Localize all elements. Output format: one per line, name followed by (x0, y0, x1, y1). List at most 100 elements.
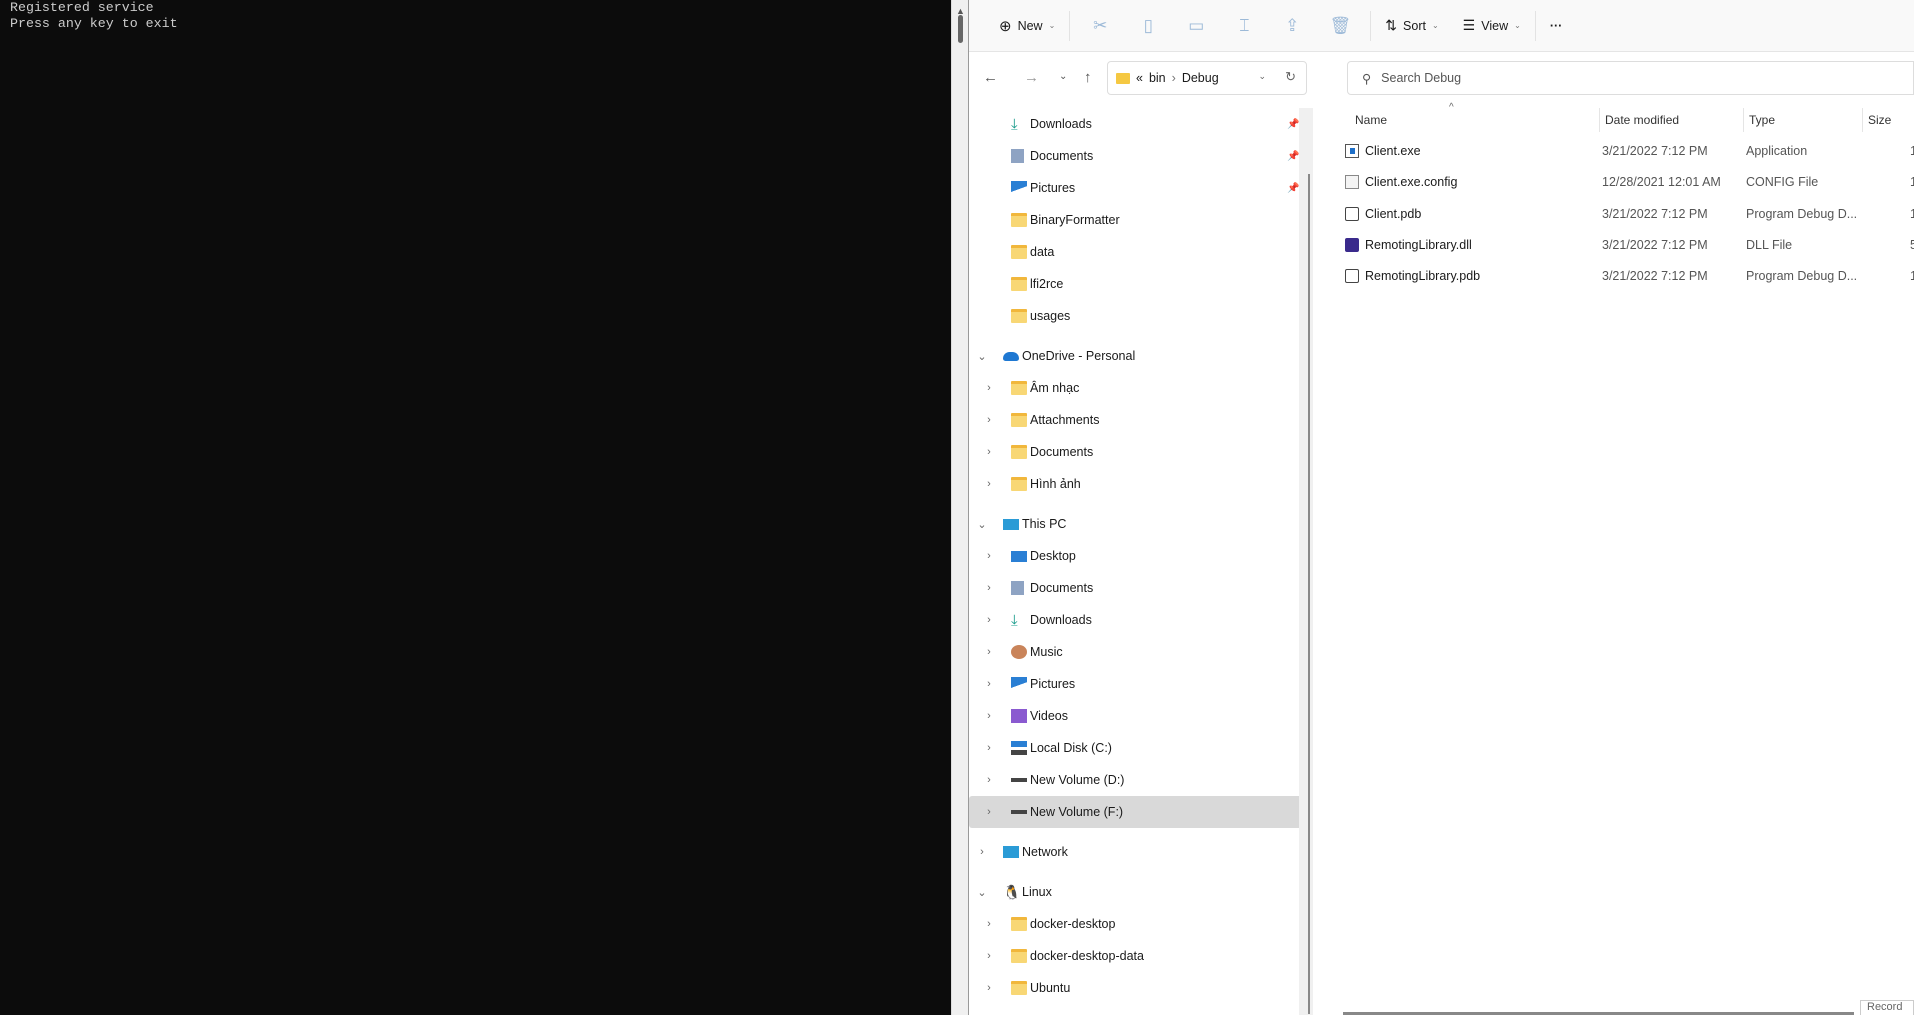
chevron-right-icon[interactable]: › (983, 678, 995, 690)
share-button[interactable]: ⇪ (1268, 8, 1316, 44)
console-window[interactable]: Registered service Press any key to exit (0, 0, 951, 1015)
breadcrumb-item[interactable]: Debug (1182, 71, 1219, 85)
sidebar-item-documents[interactable]: Documents 📌 (969, 140, 1313, 172)
chevron-right-icon[interactable]: › (983, 774, 995, 786)
chevron-down-icon[interactable]: ⌄ (976, 886, 988, 899)
pin-icon[interactable]: 📌 (1287, 183, 1299, 194)
sidebar-item-pc-pictures[interactable]: › Pictures (969, 668, 1313, 700)
view-label: View (1481, 18, 1509, 33)
chevron-right-icon[interactable]: › (983, 414, 995, 426)
chevron-right-icon[interactable]: › (983, 614, 995, 626)
column-header-type[interactable]: Type (1743, 108, 1775, 132)
column-header-size[interactable]: Size (1862, 108, 1891, 132)
trash-icon: 🗑 (1329, 15, 1352, 35)
chevron-right-icon[interactable]: › (983, 806, 995, 818)
forward-arrow-icon[interactable]: → (1024, 69, 1039, 86)
folder-icon (1116, 72, 1130, 84)
sidebar-item-desktop[interactable]: › Desktop (969, 540, 1313, 572)
cut-button[interactable]: ✂ (1076, 8, 1124, 44)
sidebar-item-onedrive-documents[interactable]: › Documents (969, 436, 1313, 468)
file-date: 3/21/2022 7:12 PM (1602, 269, 1708, 284)
chevron-right-icon[interactable]: › (983, 382, 995, 394)
monitor-icon (1003, 518, 1019, 530)
chevron-right-icon[interactable]: › (983, 982, 995, 994)
chevron-right-icon[interactable]: › (983, 646, 995, 658)
column-header-name[interactable]: Name (1355, 108, 1387, 132)
chevron-right-icon[interactable]: › (976, 846, 988, 858)
chevron-down-icon[interactable]: ⌄ (1258, 71, 1266, 82)
sidebar-item-new-volume-f[interactable]: › New Volume (F:) (969, 796, 1305, 828)
file-row[interactable]: Client.exe 3/21/2022 7:12 PM Application… (1325, 136, 1914, 167)
chevron-down-icon[interactable]: ⌄ (976, 350, 988, 363)
chevron-down-icon[interactable]: ⌄ (976, 518, 988, 531)
sidebar-item-label: Pictures (1030, 181, 1076, 195)
folder-icon (1011, 413, 1027, 427)
breadcrumb-overflow[interactable]: « (1136, 71, 1143, 85)
pin-icon[interactable]: 📌 (1287, 151, 1299, 162)
chevron-right-icon[interactable]: › (983, 446, 995, 458)
search-input[interactable]: ⚲ Search Debug (1347, 61, 1914, 95)
sidebar-item-local-disk-c[interactable]: › Local Disk (C:) (969, 732, 1313, 764)
chevron-right-icon[interactable]: › (983, 918, 995, 930)
sidebar-item-music[interactable]: › Music (969, 636, 1313, 668)
sidebar-item-network[interactable]: › Network (969, 836, 1313, 868)
console-scrollbar[interactable]: ▲ (951, 0, 968, 1015)
sidebar-item-ubuntu[interactable]: › Ubuntu (969, 972, 1313, 1004)
sidebar-item-docker-desktop-data[interactable]: › docker-desktop-data (969, 940, 1313, 972)
chevron-right-icon[interactable]: › (983, 582, 995, 594)
sidebar-item-linux[interactable]: ⌄ 🐧 Linux (969, 876, 1313, 908)
chevron-right-icon[interactable]: › (983, 742, 995, 754)
chevron-right-icon[interactable]: › (983, 950, 995, 962)
sidebar-item-attachments[interactable]: › Attachments (969, 404, 1313, 436)
chevron-down-icon: ⌄ (1431, 21, 1439, 30)
folder-icon (1011, 477, 1027, 491)
up-arrow-icon[interactable]: ↑ (1084, 69, 1092, 86)
file-row[interactable]: Client.exe.config 12/28/2021 12:01 AM CO… (1325, 167, 1914, 198)
file-row[interactable]: RemotingLibrary.dll 3/21/2022 7:12 PM DL… (1325, 230, 1914, 261)
address-bar[interactable]: « bin › Debug ⌄ ↻ (1107, 61, 1307, 95)
sidebar-item-binaryformatter[interactable]: BinaryFormatter (969, 204, 1313, 236)
sidebar-item-onedrive[interactable]: ⌄ OneDrive - Personal (969, 340, 1313, 372)
sidebar-item-this-pc[interactable]: ⌄ This PC (969, 508, 1313, 540)
sidebar-item-downloads[interactable]: ⤓ Downloads 📌 (969, 108, 1313, 140)
pin-icon[interactable]: 📌 (1287, 119, 1299, 130)
rename-button[interactable]: ⌶ (1220, 8, 1268, 44)
view-button[interactable]: ☰ View ⌄ (1455, 8, 1529, 44)
chevron-right-icon[interactable]: › (983, 550, 995, 562)
file-name: RemotingLibrary.dll (1365, 237, 1472, 252)
music-icon (1011, 645, 1027, 659)
divider (1069, 10, 1071, 41)
new-button[interactable]: ⊕ New ⌄ (991, 8, 1063, 44)
sidebar-item-pc-downloads[interactable]: › ⤓ Downloads (969, 604, 1313, 636)
search-icon: ⚲ (1362, 71, 1372, 86)
file-size: 10 (1910, 144, 1914, 158)
scrollbar-thumb[interactable] (958, 15, 963, 43)
navigation-scrollbar[interactable] (1299, 108, 1313, 1015)
breadcrumb-item[interactable]: bin (1149, 71, 1166, 85)
sidebar-item-docker-desktop[interactable]: › docker-desktop (969, 908, 1313, 940)
chevron-right-icon[interactable]: › (983, 478, 995, 490)
sidebar-item-hinh-anh[interactable]: › Hình ảnh (969, 468, 1313, 500)
file-row[interactable]: RemotingLibrary.pdb 3/21/2022 7:12 PM Pr… (1325, 261, 1914, 292)
sidebar-item-videos[interactable]: › Videos (969, 700, 1313, 732)
refresh-icon[interactable]: ↻ (1285, 69, 1296, 85)
more-options-button[interactable]: ··· (1542, 8, 1571, 44)
back-arrow-icon[interactable]: ← (983, 69, 998, 86)
sidebar-item-new-volume-d[interactable]: › New Volume (D:) (969, 764, 1313, 796)
address-row: ← → ⌄ ↑ « bin › Debug ⌄ ↻ ⚲ Search Debug (969, 61, 1914, 95)
scrollbar-thumb[interactable] (1308, 174, 1310, 1014)
copy-button[interactable]: ▯ (1124, 8, 1172, 44)
sidebar-item-pictures[interactable]: Pictures 📌 (969, 172, 1313, 204)
paste-button[interactable]: ▭ (1172, 8, 1220, 44)
sidebar-item-lfi2rce[interactable]: lfi2rce (969, 268, 1313, 300)
delete-button[interactable]: 🗑 (1316, 8, 1364, 44)
sidebar-item-usages[interactable]: usages (969, 300, 1313, 332)
sidebar-item-am-nhac[interactable]: › Âm nhạc (969, 372, 1313, 404)
sidebar-item-data[interactable]: data (969, 236, 1313, 268)
sort-button[interactable]: ⇅ Sort ⌄ (1377, 8, 1446, 44)
chevron-right-icon[interactable]: › (983, 710, 995, 722)
sidebar-item-pc-documents[interactable]: › Documents (969, 572, 1313, 604)
column-header-date[interactable]: Date modified (1599, 108, 1679, 132)
recent-chevron-icon[interactable]: ⌄ (1059, 71, 1067, 82)
file-row[interactable]: Client.pdb 3/21/2022 7:12 PM Program Deb… (1325, 199, 1914, 230)
